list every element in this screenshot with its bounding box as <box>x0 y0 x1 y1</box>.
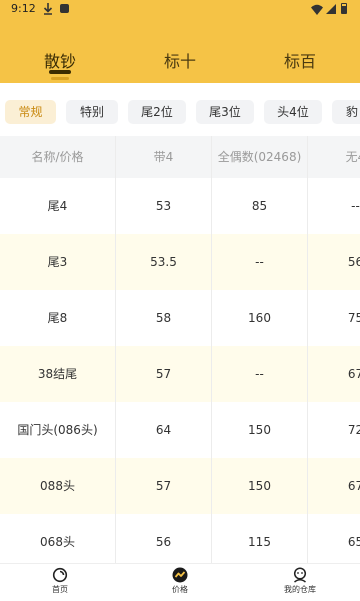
table-row[interactable]: 38结尾 57 -- 67 <box>0 346 360 402</box>
cell-price: -- <box>255 367 264 381</box>
column-divider <box>115 136 116 564</box>
cell-price: -- <box>351 199 360 213</box>
table-row[interactable]: 尾4 53 85 -- <box>0 178 360 234</box>
nav-price[interactable]: 价格 <box>120 567 240 595</box>
notification-icon <box>60 4 69 13</box>
chip-leopard[interactable]: 豹 <box>332 100 360 124</box>
table-row[interactable]: 088头 57 150 67 <box>0 458 360 514</box>
nav-warehouse[interactable]: 我的仓库 <box>240 567 360 595</box>
cell-price: 72 <box>347 423 360 437</box>
cell-price: 53.5 <box>150 255 177 269</box>
cell-price: 115 <box>248 535 271 549</box>
header-with-4: 带4 <box>153 150 174 164</box>
price-table: 名称/价格 带4 全偶数(02468) 无4 尾4 53 85 -- 尾3 53… <box>0 136 360 564</box>
cell-price: 75 <box>347 311 360 325</box>
tab-sanchao[interactable]: 散钞 <box>0 48 120 72</box>
cell-name: 088头 <box>40 479 75 493</box>
price-icon <box>172 567 188 583</box>
cell-name: 尾8 <box>47 311 68 325</box>
table-row[interactable]: 068头 56 115 65 <box>0 514 360 564</box>
column-divider <box>211 136 212 564</box>
cell-price: 65 <box>347 535 360 549</box>
status-bar: 9:12 <box>0 0 360 20</box>
cell-price: 56 <box>155 535 172 549</box>
cell-price: 56 <box>347 255 360 269</box>
header-no-4: 无4 <box>345 150 360 164</box>
download-icon <box>43 3 53 15</box>
cell-price: -- <box>255 255 264 269</box>
filter-chips: 常规 特别 尾2位 尾3位 头4位 豹 <box>0 96 360 128</box>
cell-price: 160 <box>248 311 271 325</box>
column-divider <box>307 136 308 564</box>
signal-icon <box>326 4 336 14</box>
wifi-icon <box>311 4 323 15</box>
header-all-even: 全偶数(02468) <box>217 150 302 164</box>
tab-biaobai[interactable]: 标百 <box>240 48 360 72</box>
nav-home-label: 首页 <box>52 585 68 594</box>
cell-price: 57 <box>155 367 172 381</box>
cell-name: 38结尾 <box>37 367 78 381</box>
nav-price-label: 价格 <box>172 585 188 594</box>
cell-price: 57 <box>155 479 172 493</box>
cell-price: 85 <box>251 199 268 213</box>
table-row[interactable]: 国门头(086头) 64 150 72 <box>0 402 360 458</box>
bottom-nav: 首页 价格 我的仓库 <box>0 563 360 601</box>
active-tab-indicator <box>49 70 71 74</box>
cell-price: 67 <box>347 367 360 381</box>
chip-special[interactable]: 特别 <box>66 100 118 124</box>
header-name-price: 名称/价格 <box>31 150 84 164</box>
cell-price: 67 <box>347 479 360 493</box>
chip-regular[interactable]: 常规 <box>5 100 56 124</box>
cell-name: 尾3 <box>47 255 68 269</box>
chip-last-2[interactable]: 尾2位 <box>128 100 186 124</box>
table-header: 名称/价格 带4 全偶数(02468) 无4 <box>0 136 360 178</box>
chip-last-3[interactable]: 尾3位 <box>196 100 254 124</box>
status-time: 9:12 <box>11 2 36 15</box>
cell-price: 150 <box>248 479 271 493</box>
table-row[interactable]: 尾8 58 160 75 <box>0 290 360 346</box>
battery-icon <box>341 3 347 14</box>
home-icon <box>52 567 68 583</box>
table-row[interactable]: 尾3 53.5 -- 56 <box>0 234 360 290</box>
main-tabs: 散钞 标十 标百 <box>0 40 360 80</box>
cell-price: 58 <box>155 311 172 325</box>
chip-head-4[interactable]: 头4位 <box>264 100 322 124</box>
nav-home[interactable]: 首页 <box>0 567 120 595</box>
cell-name: 国门头(086头) <box>17 423 98 437</box>
cell-price: 64 <box>155 423 172 437</box>
cell-name: 068头 <box>40 535 75 549</box>
cell-price: 150 <box>248 423 271 437</box>
cell-name: 尾4 <box>47 199 68 213</box>
header-bar: 9:12 散钞 标十 标百 <box>0 0 360 83</box>
tab-biaoshi[interactable]: 标十 <box>120 48 240 72</box>
nav-warehouse-label: 我的仓库 <box>284 585 316 594</box>
active-tab-indicator-shadow <box>51 77 69 80</box>
cell-price: 53 <box>155 199 172 213</box>
warehouse-icon <box>293 567 307 583</box>
